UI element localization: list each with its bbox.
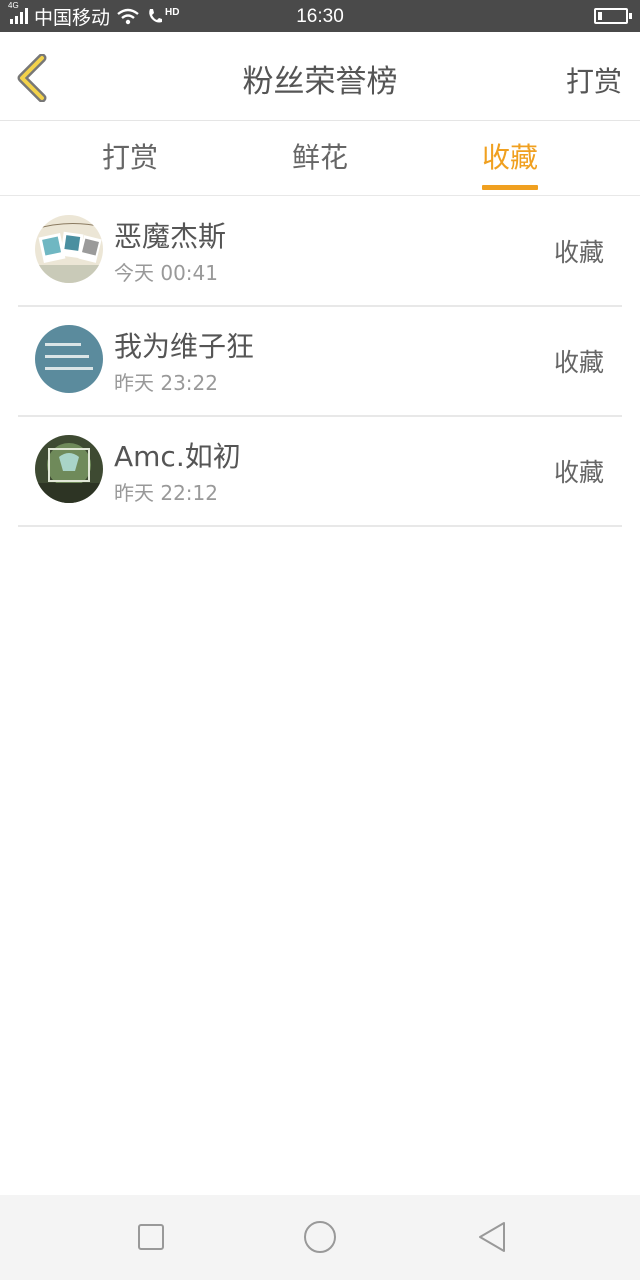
avatar bbox=[35, 325, 103, 393]
tab-reward[interactable]: 打赏 bbox=[70, 121, 190, 195]
avatar bbox=[35, 435, 103, 503]
page-title: 粉丝荣誉榜 bbox=[242, 64, 398, 100]
fan-action: 收藏 bbox=[553, 238, 604, 267]
back-nav-button[interactable] bbox=[470, 1215, 514, 1259]
fan-action: 收藏 bbox=[553, 348, 604, 377]
home-button[interactable] bbox=[298, 1215, 342, 1259]
fan-time: 昨天 22:12 bbox=[114, 481, 218, 505]
reward-button[interactable]: 打赏 bbox=[566, 32, 622, 132]
square-icon bbox=[138, 1224, 164, 1250]
fan-action: 收藏 bbox=[553, 458, 604, 487]
fan-time: 今天 00:41 bbox=[114, 261, 218, 285]
triangle-back-icon bbox=[479, 1222, 505, 1252]
chevron-left-icon bbox=[17, 53, 47, 103]
fan-name: Amc.如初 bbox=[114, 440, 241, 473]
tab-flowers[interactable]: 鲜花 bbox=[260, 121, 380, 195]
status-bar: 4G 中国移动 HD 16:30 bbox=[0, 0, 640, 32]
system-nav-bar bbox=[0, 1195, 640, 1280]
fan-name: 恶魔杰斯 bbox=[114, 220, 227, 253]
circle-icon bbox=[304, 1221, 336, 1253]
list-item[interactable]: 我为维子狂 昨天 23:22 收藏 bbox=[18, 307, 622, 417]
fans-list: 恶魔杰斯 今天 00:41 收藏 我为维子狂 昨天 23:22 收藏 Amc.如… bbox=[18, 197, 622, 527]
recent-apps-button[interactable] bbox=[129, 1215, 173, 1259]
list-item[interactable]: 恶魔杰斯 今天 00:41 收藏 bbox=[18, 197, 622, 307]
back-button[interactable] bbox=[14, 53, 54, 103]
active-tab-indicator bbox=[482, 185, 538, 190]
status-time: 16:30 bbox=[296, 6, 344, 27]
tab-favorites[interactable]: 收藏 bbox=[450, 121, 570, 195]
fan-time: 昨天 23:22 bbox=[114, 371, 218, 395]
tab-bar: 打赏 鲜花 收藏 bbox=[0, 121, 640, 196]
fan-name: 我为维子狂 bbox=[114, 330, 255, 363]
avatar bbox=[35, 215, 103, 283]
list-item[interactable]: Amc.如初 昨天 22:12 收藏 bbox=[18, 417, 622, 527]
battery-icon bbox=[594, 8, 632, 24]
app-header: 粉丝荣誉榜 打赏 bbox=[0, 32, 640, 121]
